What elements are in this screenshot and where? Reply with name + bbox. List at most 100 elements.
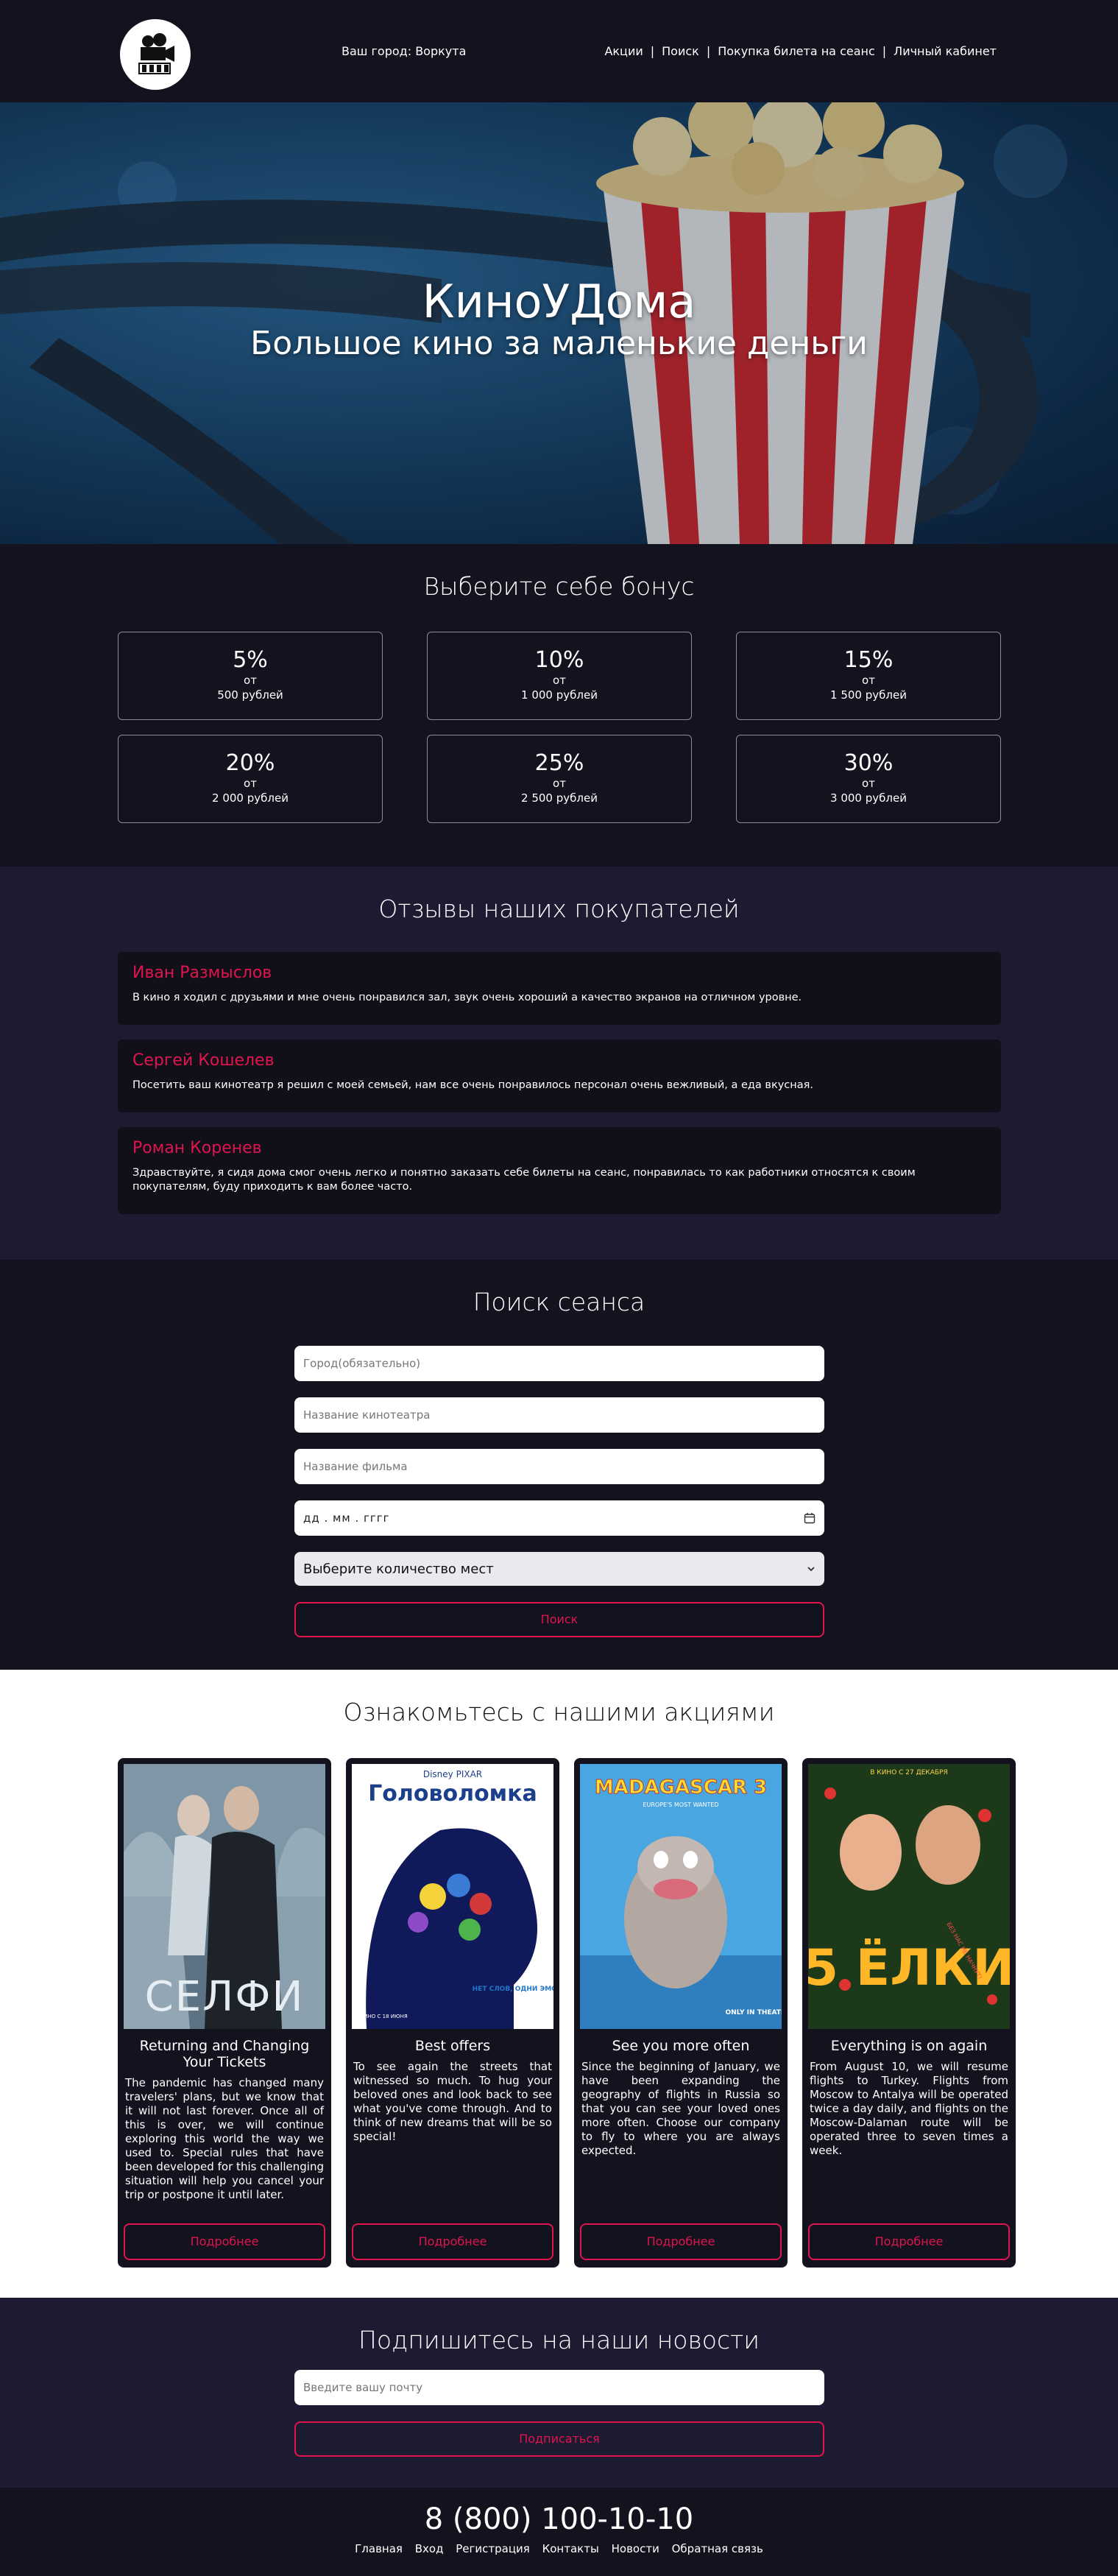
calendar-icon[interactable] (804, 1512, 815, 1524)
promo-title: Best offers (414, 2038, 491, 2054)
bonus-grid: 5% от 500 рублей 10% от 1 000 рублей 15%… (118, 632, 1001, 823)
promo-card: MADAGASCAR 3 EUROPE'S MOST WANTED ONLY I… (574, 1758, 788, 2268)
nav-account[interactable]: Личный кабинет (894, 44, 997, 58)
chevron-down-icon (807, 1567, 815, 1572)
nav-buy-ticket[interactable]: Покупка билета на сеанс (718, 44, 875, 58)
promo-details-button[interactable]: Подробнее (580, 2223, 782, 2260)
bonus-card[interactable]: 25% от 2 500 рублей (427, 735, 692, 823)
poster-yolki-date: В КИНО С 27 ДЕКАБРЯ (870, 1769, 947, 1776)
poster-madagascar-badge: ONLY IN THEATRES (726, 2009, 782, 2016)
footer-link-home[interactable]: Главная (355, 2542, 403, 2555)
bonus-percent: 25% (534, 750, 584, 776)
nav-promos[interactable]: Акции (604, 44, 643, 58)
review-author: Иван Размыслов (132, 964, 272, 982)
film-input-placeholder: Название фильма (303, 1460, 408, 1473)
poster-inside-out-title: Головоломка (368, 1781, 537, 1807)
search-title: Поиск сеанса (473, 1288, 645, 1316)
review-card: Сергей Кошелев Посетить ваш кинотеатр я … (118, 1040, 1001, 1112)
bonus-amount: 500 рублей (217, 688, 283, 702)
promo-details-button[interactable]: Подробнее (808, 2223, 1010, 2260)
site-footer: 8 (800) 100-10-10 Главная Вход Регистрац… (0, 2488, 1118, 2576)
promo-grid: СЕЛФИ Returning and Changing Your Ticket… (118, 1758, 1016, 2268)
bonus-section: Выберите себе бонус 5% от 500 рублей 10%… (0, 544, 1118, 867)
promo-card: СЕЛФИ Returning and Changing Your Ticket… (118, 1758, 331, 2268)
promo-title: See you more often (612, 2038, 750, 2054)
bonus-card[interactable]: 20% от 2 000 рублей (118, 735, 383, 823)
footer-link-news[interactable]: Новости (612, 2542, 659, 2555)
bonus-percent: 20% (225, 750, 275, 776)
bonus-from: от (553, 777, 566, 790)
poster-inside-out-studio: Disney PIXAR (423, 1769, 482, 1779)
bonus-percent: 10% (534, 647, 584, 673)
hero-title: КиноУДома (422, 275, 696, 328)
search-button[interactable]: Поиск (294, 1602, 824, 1637)
bonus-card[interactable]: 5% от 500 рублей (118, 632, 383, 720)
bonus-from: от (244, 777, 257, 790)
poster-inside-out: Disney PIXAR Головоломка НЕТ СЛОВ, ОДНИ … (352, 1764, 553, 2029)
date-input[interactable]: дд . мм . гггг (294, 1500, 824, 1536)
footer-link-login[interactable]: Вход (415, 2542, 444, 2555)
poster-madagascar-image: MADAGASCAR 3 EUROPE'S MOST WANTED ONLY I… (580, 1764, 782, 2029)
promos-section: Ознакомьтесь с нашими акциями СЕЛФИ Retu… (0, 1670, 1118, 2298)
cinema-input-placeholder: Название кинотеатра (303, 1408, 431, 1422)
date-input-placeholder: дд . мм . гггг (303, 1511, 390, 1525)
city-selector[interactable]: Ваш город: Воркута (342, 44, 466, 58)
bonus-amount: 2 500 рублей (521, 791, 598, 805)
promo-card: Disney PIXAR Головоломка НЕТ СЛОВ, ОДНИ … (346, 1758, 559, 2268)
poster-yolki-title: 5 ЁЛКИ (808, 1938, 1010, 1997)
seats-select[interactable]: Выберите количество мест (294, 1552, 824, 1586)
subscribe-section: Подпишитесь на наши новости Введите вашу… (0, 2298, 1118, 2488)
poster-yolki: В КИНО С 27 ДЕКАБРЯ 5 ЁЛКИ БЕЗ НАС НЕ НА… (808, 1764, 1010, 2029)
bonus-amount: 3 000 рублей (830, 791, 907, 805)
promos-title: Ознакомьтесь с нашими акциями (343, 1698, 775, 1726)
review-text: Здравствуйте, я сидя дома смог очень лег… (132, 1167, 916, 1193)
footer-link-register[interactable]: Регистрация (456, 2542, 530, 2555)
nav-separator: | (706, 44, 711, 58)
film-input[interactable]: Название фильма (294, 1449, 824, 1484)
bonus-from: от (553, 674, 566, 687)
bonus-card[interactable]: 30% от 3 000 рублей (736, 735, 1001, 823)
bonus-percent: 15% (843, 647, 894, 673)
subscribe-form: Введите вашу почту Подписаться (294, 2370, 824, 2457)
email-field[interactable]: Введите вашу почту (294, 2370, 824, 2405)
reviews-title: Отзывы наших покупателей (378, 894, 740, 923)
search-form: Город(обязательно) Название кинотеатра Н… (294, 1346, 824, 1637)
poster-madagascar: MADAGASCAR 3 EUROPE'S MOST WANTED ONLY I… (580, 1764, 782, 2029)
bonus-from: от (862, 777, 875, 790)
poster-inside-out-image: Disney PIXAR Головоломка НЕТ СЛОВ, ОДНИ … (352, 1764, 553, 2029)
review-card: Роман Коренев Здравствуйте, я сидя дома … (118, 1127, 1001, 1214)
phone-number[interactable]: 8 (800) 100-10-10 (0, 2488, 1118, 2536)
footer-link-feedback[interactable]: Обратная связь (672, 2542, 763, 2555)
bonus-title: Выберите себе бонус (423, 572, 695, 601)
bonus-card[interactable]: 10% от 1 000 рублей (427, 632, 692, 720)
review-card: Иван Размыслов В кино я ходил с друзьями… (118, 952, 1001, 1025)
poster-inside-out-date: В КИНО С 18 ИЮНЯ (355, 2014, 408, 2019)
poster-madagascar-title: MADAGASCAR 3 (595, 1776, 767, 1799)
poster-yolki-image: В КИНО С 27 ДЕКАБРЯ 5 ЁЛКИ БЕЗ НАС НЕ НА… (808, 1764, 1010, 2029)
footer-link-contacts[interactable]: Контакты (542, 2542, 599, 2555)
review-author: Сергей Кошелев (132, 1051, 275, 1070)
bonus-percent: 5% (233, 647, 268, 673)
nav-search[interactable]: Поиск (662, 44, 699, 58)
main-nav: Акции | Поиск | Покупка билета на сеанс … (604, 44, 997, 58)
reviews-section: Отзывы наших покупателей Иван Размыслов … (0, 867, 1118, 1260)
review-list: Иван Размыслов В кино я ходил с друзьями… (118, 952, 1001, 1229)
promo-details-button[interactable]: Подробнее (124, 2223, 325, 2260)
review-text: В кино я ходил с друзьями и мне очень по… (132, 992, 802, 1003)
promo-text: To see again the streets that witnessed … (353, 2060, 552, 2143)
bonus-from: от (244, 674, 257, 687)
bonus-card[interactable]: 15% от 1 500 рублей (736, 632, 1001, 720)
city-input-placeholder: Город(обязательно) (303, 1357, 421, 1370)
cinema-input[interactable]: Название кинотеатра (294, 1397, 824, 1433)
logo[interactable] (120, 19, 191, 90)
city-input[interactable]: Город(обязательно) (294, 1346, 824, 1381)
poster-selfie-title: СЕЛФИ (145, 1973, 305, 2021)
promo-details-button[interactable]: Подробнее (352, 2223, 553, 2260)
bonus-amount: 1 500 рублей (830, 688, 907, 702)
bonus-percent: 30% (843, 750, 894, 776)
session-search-section: Поиск сеанса Город(обязательно) Название… (0, 1260, 1118, 1670)
hero-subtitle: Большое кино за маленькие деньги (250, 325, 868, 362)
bonus-amount: 2 000 рублей (212, 791, 289, 805)
poster-selfie: СЕЛФИ (124, 1764, 325, 2029)
subscribe-button[interactable]: Подписаться (294, 2421, 824, 2457)
